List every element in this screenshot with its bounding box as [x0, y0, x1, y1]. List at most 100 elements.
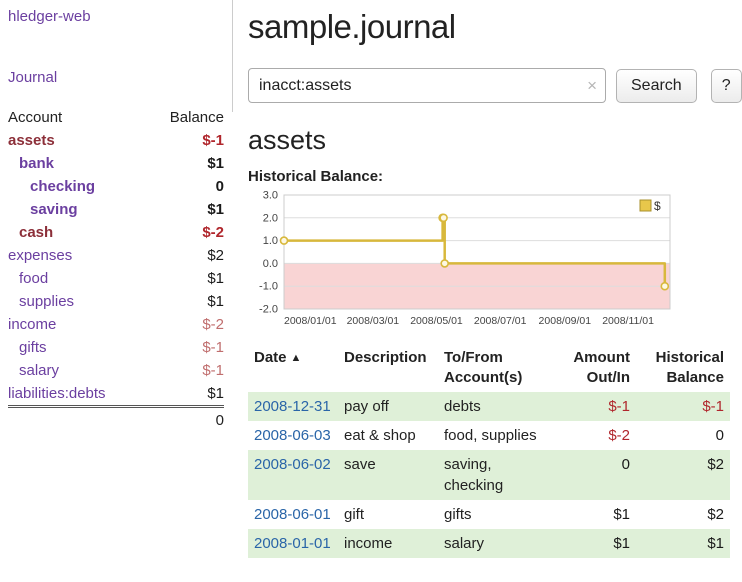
- account-link[interactable]: expenses: [8, 247, 72, 264]
- transaction-date-link[interactable]: 2008-01-01: [254, 535, 331, 552]
- account-row: checking 0: [8, 175, 224, 198]
- account-balance: 0: [147, 175, 224, 198]
- account-link[interactable]: liabilities:debts: [8, 385, 106, 402]
- transaction-balance: $1: [636, 529, 730, 558]
- sidebar-divider: [232, 0, 233, 112]
- svg-text:0.0: 0.0: [263, 258, 278, 270]
- register-row: 2008-06-01 giftgifts$1$2: [248, 500, 730, 529]
- transaction-balance: $2: [636, 450, 730, 500]
- transaction-amount: $-2: [556, 421, 636, 450]
- svg-text:2008/05/01: 2008/05/01: [410, 315, 463, 327]
- transaction-accounts: debts: [438, 392, 556, 421]
- account-link[interactable]: saving: [30, 201, 78, 218]
- account-link[interactable]: bank: [19, 155, 54, 172]
- transaction-accounts: saving, checking: [438, 450, 556, 500]
- transaction-description: pay off: [338, 392, 438, 421]
- accounts-total-row: 0: [8, 407, 224, 433]
- register-header-date[interactable]: Date ▲: [248, 345, 338, 392]
- register-table: Date▲ Description To/From Account(s) Amo…: [248, 345, 730, 558]
- account-link[interactable]: food: [19, 270, 48, 287]
- search-input-wrap: ×: [248, 68, 606, 103]
- register-row: 2008-06-02 savesaving, checking0$2: [248, 450, 730, 500]
- svg-text:-1.0: -1.0: [259, 281, 278, 293]
- nav-journal-link[interactable]: Journal: [8, 69, 224, 86]
- svg-text:2008/01/01: 2008/01/01: [284, 315, 337, 327]
- transaction-description: save: [338, 450, 438, 500]
- svg-text:2008/03/01: 2008/03/01: [347, 315, 400, 327]
- transaction-amount: $1: [556, 500, 636, 529]
- accounts-header-row: Account Balance: [8, 106, 224, 129]
- transaction-description: income: [338, 529, 438, 558]
- register-header-row: Date▲ Description To/From Account(s) Amo…: [248, 345, 730, 392]
- account-balance: $1: [147, 152, 224, 175]
- app-title-link[interactable]: hledger-web: [8, 8, 224, 25]
- account-row: bank $1: [8, 152, 224, 175]
- account-link[interactable]: salary: [19, 362, 59, 379]
- transaction-date-link[interactable]: 2008-06-02: [254, 456, 331, 473]
- transaction-amount: 0: [556, 450, 636, 500]
- page-title: sample.journal: [248, 8, 742, 46]
- account-row: saving $1: [8, 198, 224, 221]
- account-link[interactable]: supplies: [19, 293, 74, 310]
- transaction-date-link[interactable]: 2008-12-31: [254, 398, 331, 415]
- account-balance: $1: [147, 198, 224, 221]
- help-button[interactable]: ?: [711, 69, 742, 103]
- account-row: cash$-2: [8, 221, 224, 244]
- account-link[interactable]: assets: [8, 132, 55, 149]
- accounts-total-spacer: [8, 407, 147, 433]
- chart-title: Historical Balance:: [248, 168, 742, 185]
- svg-text:2008/09/01: 2008/09/01: [539, 315, 592, 327]
- clear-search-icon[interactable]: ×: [587, 77, 597, 94]
- transaction-date-link[interactable]: 2008-06-01: [254, 506, 331, 523]
- account-link[interactable]: gifts: [19, 339, 47, 356]
- accounts-header-balance: Balance: [147, 106, 224, 129]
- transaction-amount: $-1: [556, 392, 636, 421]
- account-balance: $-1: [147, 336, 224, 359]
- svg-text:3.0: 3.0: [263, 190, 278, 202]
- account-row: income$-2: [8, 313, 224, 336]
- transaction-date-link[interactable]: 2008-06-03: [254, 427, 331, 444]
- account-link[interactable]: income: [8, 316, 56, 333]
- svg-text:$: $: [654, 199, 661, 213]
- account-row: supplies $1: [8, 290, 224, 313]
- account-heading: assets: [248, 125, 742, 156]
- page: hledger-web Journal Account Balance asse…: [0, 0, 742, 558]
- transaction-balance: $-1: [636, 392, 730, 421]
- transaction-accounts: food, supplies: [438, 421, 556, 450]
- historical-balance-chart: 3.02.01.00.0-1.0-2.02008/01/012008/03/01…: [248, 189, 678, 331]
- svg-text:-2.0: -2.0: [259, 304, 278, 316]
- register-header-balance: Historical Balance: [636, 345, 730, 392]
- search-button[interactable]: Search: [616, 69, 697, 103]
- transaction-description: gift: [338, 500, 438, 529]
- transaction-accounts: salary: [438, 529, 556, 558]
- account-row: salary $-1: [8, 359, 224, 382]
- register-row: 2008-12-31pay offdebts$-1$-1: [248, 392, 730, 421]
- register-header-accounts: To/From Account(s): [438, 345, 556, 392]
- account-balance: $1: [147, 382, 224, 407]
- main-content: sample.journal × Search ? assets Histori…: [232, 0, 742, 558]
- accounts-header-account: Account: [8, 106, 147, 129]
- transaction-amount: $1: [556, 529, 636, 558]
- transaction-accounts: gifts: [438, 500, 556, 529]
- register-header-date-label: Date: [254, 349, 287, 366]
- register-row: 2008-01-01incomesalary$1$1: [248, 529, 730, 558]
- sort-ascending-icon: ▲: [291, 352, 302, 364]
- account-row: food $1: [8, 267, 224, 290]
- transaction-balance: $2: [636, 500, 730, 529]
- svg-text:2008/11/01: 2008/11/01: [602, 315, 654, 327]
- account-link[interactable]: checking: [30, 178, 95, 195]
- transaction-description: eat & shop: [338, 421, 438, 450]
- account-row: expenses$2: [8, 244, 224, 267]
- account-balance: $1: [147, 290, 224, 313]
- search-input[interactable]: [248, 68, 606, 103]
- account-row: liabilities:debts $1: [8, 382, 224, 407]
- register-header-description: Description: [338, 345, 438, 392]
- account-row: assets$-1: [8, 129, 224, 152]
- account-link[interactable]: cash: [19, 224, 53, 241]
- svg-text:1.0: 1.0: [263, 235, 278, 247]
- accounts-total-value: 0: [147, 407, 224, 433]
- accounts-table: Account Balance assets$-1bank$1checking0…: [8, 106, 224, 432]
- account-balance: $-1: [147, 359, 224, 382]
- search-bar: × Search ?: [248, 68, 742, 103]
- account-balance: $1: [147, 267, 224, 290]
